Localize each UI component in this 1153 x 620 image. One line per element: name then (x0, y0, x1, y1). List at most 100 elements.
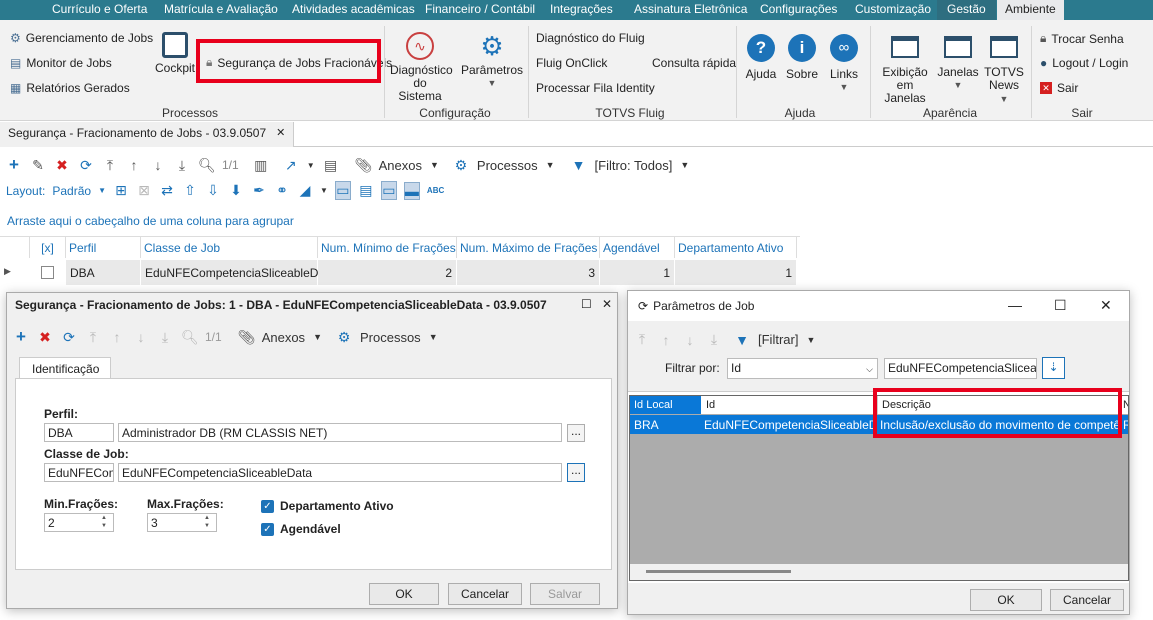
parametros-button[interactable]: ⚙ Parâmetros ▼ (460, 32, 524, 90)
agendavel-checkbox[interactable]: ✓ (261, 523, 274, 536)
filter-field-select[interactable]: Id ⌵ (727, 358, 878, 379)
chevron-down-icon[interactable]: ▼ (313, 332, 322, 342)
chevron-down-icon[interactable]: ▼ (546, 160, 555, 170)
grid-header-classe[interactable]: Classe de Job (141, 237, 318, 258)
download-icon[interactable]: ⇩ (205, 182, 221, 199)
layout-select[interactable]: Padrão (52, 184, 91, 198)
grid-header-max[interactable]: Num. Máximo de Frações (457, 237, 600, 258)
row-checkbox[interactable] (41, 266, 54, 279)
columns-icon[interactable]: ▥ (253, 157, 269, 174)
consulta-rapida-button[interactable]: Consulta rápida (652, 56, 736, 70)
cancel-button[interactable]: Cancelar (1050, 589, 1124, 611)
edit-icon[interactable]: ✎ (30, 157, 46, 174)
ok-button[interactable]: OK (369, 583, 439, 605)
menu-assinatura[interactable]: Assinatura Eletrônica (634, 0, 747, 20)
document-tab[interactable]: Segurança - Fracionamento de Jobs - 03.9… (0, 122, 295, 147)
trocar-senha-button[interactable]: 🔒︎ Trocar Senha (1040, 31, 1124, 46)
menu-curriculo[interactable]: Currículo e Oferta (52, 0, 147, 20)
filter-icon[interactable]: ▼ (734, 332, 750, 348)
search-icon[interactable]: 🔍︎ (181, 329, 199, 346)
close-icon[interactable]: ✕ (276, 126, 285, 143)
view-bottom-icon[interactable]: ▭ (334, 181, 351, 200)
processos-button[interactable]: Processos (360, 330, 421, 345)
links-button[interactable]: ∞ Links ▼ (826, 34, 862, 94)
perfil-code-field[interactable]: DBA (44, 423, 114, 442)
close-icon[interactable]: ✕ (1100, 297, 1112, 314)
menu-financeiro[interactable]: Financeiro / Contábil (425, 0, 535, 20)
paint-icon[interactable]: ✒ (251, 182, 267, 199)
group-by-area[interactable]: Arraste aqui o cabeçalho de uma coluna p… (0, 205, 1153, 236)
gear-icon[interactable]: ⚙ (336, 329, 352, 346)
chevron-down-icon[interactable]: ⌵ (866, 362, 873, 376)
add-icon[interactable]: + (13, 327, 29, 347)
scrollbar-thumb[interactable] (646, 570, 791, 573)
anexos-button[interactable]: Anexos (262, 330, 305, 345)
header-id[interactable]: Id (702, 396, 878, 414)
add-layout-icon[interactable]: ⊞ (113, 182, 129, 199)
next-icon[interactable]: ↓ (682, 332, 698, 348)
diagnostico-fluig-button[interactable]: Diagnóstico do Fluig (536, 31, 645, 45)
chevron-down-icon[interactable]: ▼ (806, 335, 815, 345)
table-row[interactable]: ▶ DBA EduNFECompetenciaSliceableData 2 3… (0, 260, 798, 285)
upload-icon[interactable]: ⇧ (182, 182, 198, 199)
filter-icon[interactable]: ▼ (571, 157, 587, 173)
horizontal-scrollbar[interactable] (630, 564, 1128, 580)
paperclip-icon[interactable]: 📎︎ (238, 329, 256, 346)
tab-identificacao[interactable]: Identificação (19, 357, 111, 379)
grid-header-select[interactable]: [x] (30, 237, 66, 258)
totvs-news-button[interactable]: TOTVS News ▼ (983, 36, 1025, 106)
first-icon[interactable]: ⤒ (102, 157, 118, 174)
processar-fila-button[interactable]: Processar Fila Identity (536, 81, 655, 95)
menu-configuracoes[interactable]: Configurações (760, 0, 837, 20)
close-icon[interactable]: ✕ (602, 297, 612, 311)
refresh-icon[interactable]: ⟳ (61, 329, 77, 346)
delete-icon[interactable]: ✖ (37, 329, 53, 346)
last-icon[interactable]: ⤓ (157, 329, 173, 346)
classe-desc-field[interactable]: EduNFECompetenciaSliceableData (118, 463, 562, 482)
pin-icon[interactable]: ⬇ (228, 182, 244, 199)
gerenciamento-jobs-button[interactable]: ⚙ Gerenciamento de Jobs (10, 31, 153, 45)
next-icon[interactable]: ↓ (133, 329, 149, 345)
chevron-down-icon[interactable]: ▼ (429, 332, 438, 342)
refresh-icon[interactable]: ⟳ (78, 157, 94, 174)
perfil-desc-field[interactable]: Administrador DB (RM CLASSIS NET) (118, 423, 562, 442)
chart-icon[interactable]: ◢ (297, 182, 313, 199)
prev-icon[interactable]: ↑ (109, 329, 125, 345)
maximize-icon[interactable]: ☐ (1054, 297, 1067, 314)
first-icon[interactable]: ⤒ (634, 331, 650, 348)
grid-header-min[interactable]: Num. Mínimo de Frações (318, 237, 457, 258)
last-icon[interactable]: ⤓ (174, 157, 190, 174)
paperclip-icon[interactable]: 📎︎ (355, 157, 373, 174)
menu-gestao[interactable]: Gestão (937, 0, 996, 20)
cockpit-button[interactable]: Cockpit (155, 32, 195, 75)
perfil-lookup-button[interactable]: ... (567, 424, 585, 442)
header-n[interactable]: N (1123, 396, 1128, 414)
view-top-icon[interactable]: ▭ (380, 181, 397, 200)
filtrar-button[interactable]: [Filtrar] (758, 332, 798, 347)
chevron-down-icon[interactable]: ▼ (680, 160, 689, 170)
chevron-down-icon[interactable]: ▼ (307, 161, 315, 170)
row-checkbox-cell[interactable] (30, 260, 66, 285)
stepper-arrows-icon[interactable]: ▲ ▼ (204, 514, 210, 530)
last-icon[interactable]: ⤓ (706, 331, 722, 348)
cancel-button[interactable]: Cancelar (448, 583, 522, 605)
prev-icon[interactable]: ↑ (126, 157, 142, 173)
sair-button[interactable]: ✕ Sair (1040, 81, 1078, 95)
view-full-icon[interactable]: ▬ (403, 181, 420, 200)
remove-layout-icon[interactable]: ⊠ (136, 182, 152, 199)
ajuda-button[interactable]: ? Ajuda (744, 34, 778, 81)
first-icon[interactable]: ⤒ (85, 329, 101, 346)
document-icon[interactable]: ▤ (323, 157, 339, 174)
menu-matricula[interactable]: Matrícula e Avaliação (164, 0, 278, 20)
chevron-down-icon[interactable]: ▼ (320, 186, 328, 195)
next-icon[interactable]: ↓ (150, 157, 166, 173)
prev-icon[interactable]: ↑ (658, 332, 674, 348)
add-icon[interactable]: + (6, 155, 22, 175)
depto-ativo-checkbox[interactable]: ✓ (261, 500, 274, 513)
sobre-button[interactable]: i Sobre (785, 34, 819, 81)
grid-header-depto[interactable]: Departamento Ativo (675, 237, 797, 258)
filter-value-input[interactable]: EduNFECompetenciaSliceableD (884, 358, 1037, 379)
apply-layout-icon[interactable]: ⇄ (159, 182, 175, 199)
exibicao-janelas-button[interactable]: Exibição em Janelas (876, 36, 934, 105)
janelas-button[interactable]: Janelas ▼ (937, 36, 979, 92)
